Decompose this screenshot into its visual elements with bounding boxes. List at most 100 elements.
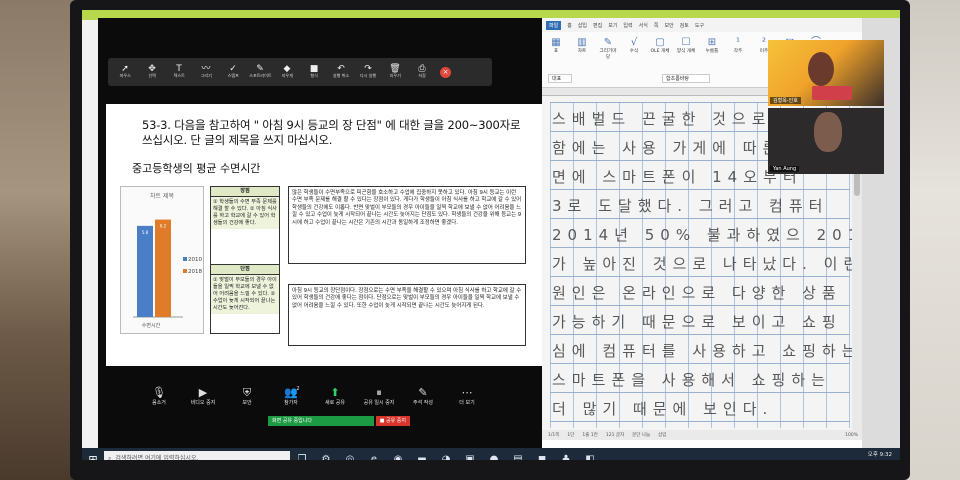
ribbon-button-1[interactable]: ▥ 차트 <box>572 36 592 55</box>
ribbon-tab[interactable]: 보안 <box>664 22 673 29</box>
ribbon-tab[interactable]: 쪽 <box>654 22 659 29</box>
settings-icon[interactable]: ⚙ <box>314 448 338 461</box>
ribbon-tab[interactable]: 편집 <box>593 22 602 29</box>
chrome-icon[interactable]: ◕ <box>434 448 458 461</box>
handwriting-line: 가 높아진 것으로 나타났다. 이런 <box>552 255 864 273</box>
edge-icon[interactable]: e <box>362 448 386 461</box>
ribbon-tab[interactable]: 서식 <box>639 22 648 29</box>
meeting-tool-4[interactable]: ⬆ 새로 공유 <box>314 386 356 407</box>
video-tile-1[interactable]: 김형옥-인호 <box>768 40 884 106</box>
annotation-tool-6[interactable]: ◆ 지우개 <box>274 64 300 80</box>
store-icon[interactable]: ▣ <box>458 448 482 461</box>
ribbon-button-0[interactable]: ▦ 표 <box>546 36 566 55</box>
meeting-tool-5[interactable]: ⏸ 공유 일시 중지 <box>358 386 400 407</box>
handwriting-line: 더 많기 때문에 보인다. <box>552 400 774 418</box>
zoom-share-window: ➚ 마우스 ✥ 선택 T 텍스트 〰 그리기 ✓ 스탬프 ✎ 스포트라이트 ◆ 지우개 ■ 형식 ↶ 실행 취소 ↷… <box>98 18 542 448</box>
meeting-tool-0[interactable]: 🎙 음소거 <box>138 386 180 407</box>
video-camera-icon: ▶ <box>198 386 208 399</box>
ribbon-button-label: 수식 <box>629 49 639 54</box>
annotation-tool-9[interactable]: ↷ 다시 실행 <box>355 64 381 80</box>
handwriting-line: 함에는 사용 가게에 따른 <box>552 139 783 157</box>
zoom-level[interactable]: 100% <box>845 433 862 438</box>
participant-name: 김형옥-인호 <box>770 97 801 104</box>
edge-new-icon[interactable]: ◉ <box>386 448 410 461</box>
meeting-tool-3[interactable]: 👥 참가자 2 <box>270 386 312 407</box>
ribbon-tab[interactable]: 도구 <box>695 22 704 29</box>
handwriting-line: 면에 스마트폰이 14오부터 <box>552 168 803 186</box>
ribbon-button-2[interactable]: ✎ 그리기마당 <box>598 36 618 61</box>
ribbon-tab[interactable]: 삽입 <box>578 22 587 29</box>
meeting-tool-1[interactable]: ▶ 비디오 중지 <box>182 386 224 407</box>
ribbon-tab[interactable]: 파일 <box>546 20 562 30</box>
folder-icon[interactable]: ▬ <box>410 448 434 461</box>
bar-2018 <box>155 219 171 317</box>
annotate-icon: ✎ <box>418 386 428 399</box>
task-view-icon[interactable]: ❒ <box>290 448 314 461</box>
font-select[interactable]: 함초롬바탕 <box>662 74 711 83</box>
ribbon-button-4[interactable]: ▢ OLE 개체 <box>650 36 670 55</box>
annotation-toolbar: ➚ 마우스 ✥ 선택 T 텍스트 〰 그리기 ✓ 스탬프 ✎ 스포트라이트 ◆ 지우개 ■ 형식 ↶ 실행 취소 ↷… <box>108 58 492 86</box>
bar-value-label: 6.2 <box>160 224 167 229</box>
meeting-tool-7[interactable]: ⋯ 더 보기 <box>446 386 488 407</box>
legend-label: 2018 <box>188 269 202 275</box>
meeting-tool-label: 비디오 중지 <box>190 400 216 406</box>
ribbon-button-7[interactable]: ¹ 각주 <box>728 36 748 55</box>
clock-time: 오후 9:32 <box>867 452 892 458</box>
annotation-tool-4[interactable]: ✓ 스탬프 <box>220 64 246 80</box>
annotation-tool-1[interactable]: ✥ 선택 <box>139 64 165 80</box>
cons-body: ① 맞벌이 부모들의 경우 아이들을 일찍 학교에 보낼 수 없어 어려움을 느… <box>211 275 279 314</box>
ribbon-button-label: 각주 <box>733 49 743 54</box>
participant-name: Yan Aung <box>770 166 800 172</box>
status-item: 1줄 1칸 <box>582 433 598 438</box>
handwriting-line: 심에 컴퓨터를 사용하고 쇼핑하는 <box>552 342 862 360</box>
app2-icon[interactable]: ◧ <box>578 448 602 461</box>
system-clock[interactable]: 오후 9:32 2020-12-17 <box>860 451 900 460</box>
annotation-tool-label: 저장 <box>418 74 426 80</box>
ribbon-tab[interactable]: 홈 <box>567 22 572 29</box>
footnote-icon: ¹ <box>735 37 740 48</box>
windows-taskbar: ⊞ ⌕ 검색하려면 여기에 입력하십시오. ❒ ⚙ ◎ e ◉ ▬ ◕ ▣ ● … <box>82 448 900 460</box>
ribbon-button-3[interactable]: √ 수식 <box>624 36 644 55</box>
annotation-tool-8[interactable]: ↶ 실행 취소 <box>328 64 354 80</box>
stop-share-button[interactable]: ■ 공유 중지 <box>375 416 410 426</box>
photo-scene: ➚ 마우스 ✥ 선택 T 텍스트 〰 그리기 ✓ 스탬프 ✎ 스포트라이트 ◆ 지우개 ■ 형식 ↶ 실행 취소 ↷… <box>0 0 960 480</box>
app-icon[interactable]: ♣ <box>554 448 578 461</box>
zoom-icon[interactable]: ◼ <box>530 448 554 461</box>
meeting-tool-6[interactable]: ✎ 주석 작성 <box>402 386 444 407</box>
annotation-tool-label: 실행 취소 <box>332 74 350 80</box>
close-icon[interactable]: × <box>440 66 451 78</box>
annotation-tool-3[interactable]: 〰 그리기 <box>193 64 219 80</box>
ribbon-tab[interactable]: 검토 <box>680 22 689 29</box>
video-tile-2[interactable]: Yan Aung <box>768 108 884 174</box>
chart-svg: 5.8 2010 6.2 2018 수면시간 <box>133 219 202 329</box>
pros-header: 장점 <box>211 187 279 197</box>
annotation-tool-0[interactable]: ➚ 마우스 <box>112 64 138 80</box>
annotation-tool-10[interactable]: 🗑 지우기 <box>382 64 408 80</box>
start-button[interactable]: ⊞ <box>82 448 104 461</box>
annotation-tool-7[interactable]: ■ 형식 <box>301 64 327 80</box>
hancom-icon[interactable]: ▤ <box>506 448 530 461</box>
handwriting-line: 스배벌드 끈굴한 것으로 <box>552 110 772 128</box>
legend-swatch <box>183 269 187 273</box>
drawing-icon: ✎ <box>603 37 613 48</box>
annotation-tool-5[interactable]: ✎ 스포트라이트 <box>247 64 273 80</box>
ribbon-tab[interactable]: 보기 <box>608 22 617 29</box>
style-select[interactable]: 대표 <box>548 74 573 83</box>
annotation-tool-2[interactable]: T 텍스트 <box>166 64 192 80</box>
meeting-tool-2[interactable]: ⛨ 보안 <box>226 386 268 407</box>
meeting-tool-label: 보안 <box>242 400 252 406</box>
annotation-tool-label: 스포트라이트 <box>248 74 272 80</box>
search-app-icon[interactable]: ◎ <box>338 448 362 461</box>
taskbar-search[interactable]: ⌕ 검색하려면 여기에 입력하십시오. <box>104 451 290 460</box>
shared-slide: 53-3. 다음을 참고하여 " 아침 9시 등교의 장 단점" 에 대한 글을… <box>106 104 542 366</box>
ribbon-tab[interactable]: 입력 <box>623 22 632 29</box>
windows-icon: ⊞ <box>88 452 98 461</box>
ribbon-button-6[interactable]: ⊞ 누름틀 <box>702 36 722 55</box>
zoom-meeting-toolbar: 🎙 음소거 ▶ 비디오 중지 ⛨ 보안 👥 참가자 2 ⬆ 새로 공유 ⏸ 공유 일시 중지 ✎ 주석 작성… <box>138 386 542 420</box>
kakao-icon[interactable]: ● <box>482 448 506 461</box>
ole-icon: ▢ <box>655 37 665 48</box>
annotation-tool-11[interactable]: ⎙ 저장 <box>409 64 435 80</box>
status-item: 1단 <box>567 433 575 438</box>
ribbon-button-5[interactable]: ☐ 양식 개체 <box>676 36 696 55</box>
handwriting-line: 3로 도달했다. 그러고 컴퓨터 <box>552 197 829 215</box>
